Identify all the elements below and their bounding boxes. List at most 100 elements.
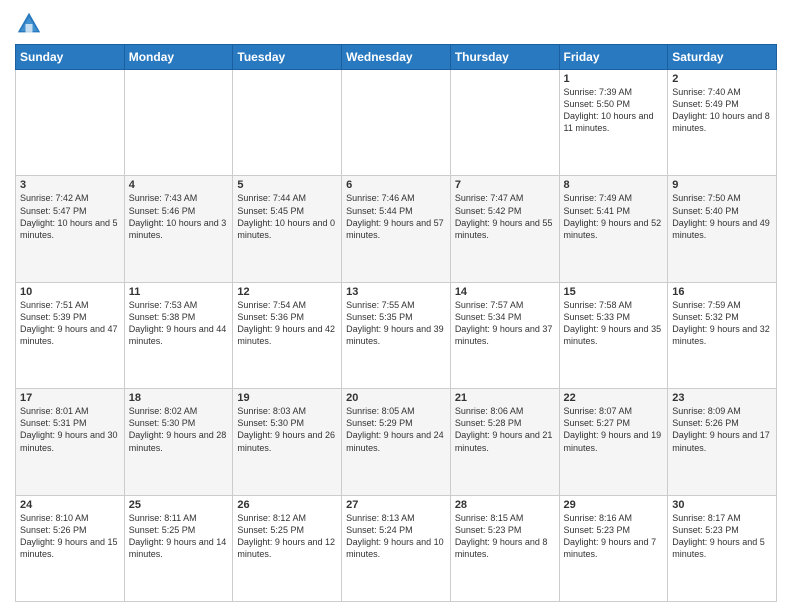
day-info: Sunrise: 8:09 AM Sunset: 5:26 PM Dayligh… bbox=[672, 405, 772, 454]
weekday-header-tuesday: Tuesday bbox=[233, 45, 342, 70]
calendar-cell[interactable]: 22Sunrise: 8:07 AM Sunset: 5:27 PM Dayli… bbox=[559, 389, 668, 495]
day-info: Sunrise: 7:40 AM Sunset: 5:49 PM Dayligh… bbox=[672, 86, 772, 135]
weekday-header-saturday: Saturday bbox=[668, 45, 777, 70]
calendar-cell[interactable]: 25Sunrise: 8:11 AM Sunset: 5:25 PM Dayli… bbox=[124, 495, 233, 601]
calendar-cell[interactable]: 21Sunrise: 8:06 AM Sunset: 5:28 PM Dayli… bbox=[450, 389, 559, 495]
day-number: 17 bbox=[20, 392, 120, 404]
week-row-0: 1Sunrise: 7:39 AM Sunset: 5:50 PM Daylig… bbox=[16, 70, 777, 176]
calendar-cell[interactable]: 29Sunrise: 8:16 AM Sunset: 5:23 PM Dayli… bbox=[559, 495, 668, 601]
day-number: 16 bbox=[672, 286, 772, 298]
calendar-cell[interactable] bbox=[342, 70, 451, 176]
day-info: Sunrise: 8:12 AM Sunset: 5:25 PM Dayligh… bbox=[237, 512, 337, 561]
day-info: Sunrise: 8:07 AM Sunset: 5:27 PM Dayligh… bbox=[564, 405, 664, 454]
day-number: 30 bbox=[672, 499, 772, 511]
day-info: Sunrise: 8:02 AM Sunset: 5:30 PM Dayligh… bbox=[129, 405, 229, 454]
calendar-cell[interactable]: 13Sunrise: 7:55 AM Sunset: 5:35 PM Dayli… bbox=[342, 282, 451, 388]
calendar-cell[interactable]: 8Sunrise: 7:49 AM Sunset: 5:41 PM Daylig… bbox=[559, 176, 668, 282]
day-number: 23 bbox=[672, 392, 772, 404]
calendar-cell[interactable]: 4Sunrise: 7:43 AM Sunset: 5:46 PM Daylig… bbox=[124, 176, 233, 282]
calendar-cell[interactable] bbox=[450, 70, 559, 176]
calendar-cell[interactable]: 30Sunrise: 8:17 AM Sunset: 5:23 PM Dayli… bbox=[668, 495, 777, 601]
day-info: Sunrise: 8:16 AM Sunset: 5:23 PM Dayligh… bbox=[564, 512, 664, 561]
day-number: 28 bbox=[455, 499, 555, 511]
day-number: 24 bbox=[20, 499, 120, 511]
calendar-cell[interactable]: 6Sunrise: 7:46 AM Sunset: 5:44 PM Daylig… bbox=[342, 176, 451, 282]
week-row-2: 10Sunrise: 7:51 AM Sunset: 5:39 PM Dayli… bbox=[16, 282, 777, 388]
calendar-cell[interactable]: 17Sunrise: 8:01 AM Sunset: 5:31 PM Dayli… bbox=[16, 389, 125, 495]
day-number: 25 bbox=[129, 499, 229, 511]
calendar-cell[interactable]: 27Sunrise: 8:13 AM Sunset: 5:24 PM Dayli… bbox=[342, 495, 451, 601]
week-row-3: 17Sunrise: 8:01 AM Sunset: 5:31 PM Dayli… bbox=[16, 389, 777, 495]
weekday-header-sunday: Sunday bbox=[16, 45, 125, 70]
calendar-cell[interactable]: 5Sunrise: 7:44 AM Sunset: 5:45 PM Daylig… bbox=[233, 176, 342, 282]
calendar-cell[interactable]: 23Sunrise: 8:09 AM Sunset: 5:26 PM Dayli… bbox=[668, 389, 777, 495]
day-number: 7 bbox=[455, 179, 555, 191]
day-number: 22 bbox=[564, 392, 664, 404]
day-number: 21 bbox=[455, 392, 555, 404]
day-number: 10 bbox=[20, 286, 120, 298]
day-info: Sunrise: 7:43 AM Sunset: 5:46 PM Dayligh… bbox=[129, 192, 229, 241]
day-info: Sunrise: 7:39 AM Sunset: 5:50 PM Dayligh… bbox=[564, 86, 664, 135]
day-number: 6 bbox=[346, 179, 446, 191]
day-number: 12 bbox=[237, 286, 337, 298]
weekday-header-wednesday: Wednesday bbox=[342, 45, 451, 70]
calendar-cell[interactable]: 16Sunrise: 7:59 AM Sunset: 5:32 PM Dayli… bbox=[668, 282, 777, 388]
day-number: 8 bbox=[564, 179, 664, 191]
day-info: Sunrise: 7:59 AM Sunset: 5:32 PM Dayligh… bbox=[672, 299, 772, 348]
day-number: 11 bbox=[129, 286, 229, 298]
weekday-header-row: SundayMondayTuesdayWednesdayThursdayFrid… bbox=[16, 45, 777, 70]
calendar-cell[interactable]: 24Sunrise: 8:10 AM Sunset: 5:26 PM Dayli… bbox=[16, 495, 125, 601]
calendar-cell[interactable]: 2Sunrise: 7:40 AM Sunset: 5:49 PM Daylig… bbox=[668, 70, 777, 176]
day-number: 4 bbox=[129, 179, 229, 191]
weekday-header-friday: Friday bbox=[559, 45, 668, 70]
day-number: 27 bbox=[346, 499, 446, 511]
calendar-cell[interactable]: 12Sunrise: 7:54 AM Sunset: 5:36 PM Dayli… bbox=[233, 282, 342, 388]
day-info: Sunrise: 7:50 AM Sunset: 5:40 PM Dayligh… bbox=[672, 192, 772, 241]
day-info: Sunrise: 7:58 AM Sunset: 5:33 PM Dayligh… bbox=[564, 299, 664, 348]
calendar-cell[interactable]: 18Sunrise: 8:02 AM Sunset: 5:30 PM Dayli… bbox=[124, 389, 233, 495]
calendar-cell[interactable]: 15Sunrise: 7:58 AM Sunset: 5:33 PM Dayli… bbox=[559, 282, 668, 388]
day-info: Sunrise: 7:47 AM Sunset: 5:42 PM Dayligh… bbox=[455, 192, 555, 241]
calendar-cell[interactable]: 19Sunrise: 8:03 AM Sunset: 5:30 PM Dayli… bbox=[233, 389, 342, 495]
week-row-1: 3Sunrise: 7:42 AM Sunset: 5:47 PM Daylig… bbox=[16, 176, 777, 282]
day-info: Sunrise: 7:53 AM Sunset: 5:38 PM Dayligh… bbox=[129, 299, 229, 348]
day-info: Sunrise: 7:55 AM Sunset: 5:35 PM Dayligh… bbox=[346, 299, 446, 348]
calendar-cell[interactable]: 1Sunrise: 7:39 AM Sunset: 5:50 PM Daylig… bbox=[559, 70, 668, 176]
day-info: Sunrise: 8:10 AM Sunset: 5:26 PM Dayligh… bbox=[20, 512, 120, 561]
calendar-cell[interactable]: 28Sunrise: 8:15 AM Sunset: 5:23 PM Dayli… bbox=[450, 495, 559, 601]
day-number: 14 bbox=[455, 286, 555, 298]
weekday-header-monday: Monday bbox=[124, 45, 233, 70]
week-row-4: 24Sunrise: 8:10 AM Sunset: 5:26 PM Dayli… bbox=[16, 495, 777, 601]
calendar: SundayMondayTuesdayWednesdayThursdayFrid… bbox=[15, 44, 777, 602]
day-info: Sunrise: 8:15 AM Sunset: 5:23 PM Dayligh… bbox=[455, 512, 555, 561]
day-info: Sunrise: 7:49 AM Sunset: 5:41 PM Dayligh… bbox=[564, 192, 664, 241]
day-info: Sunrise: 8:06 AM Sunset: 5:28 PM Dayligh… bbox=[455, 405, 555, 454]
day-info: Sunrise: 8:11 AM Sunset: 5:25 PM Dayligh… bbox=[129, 512, 229, 561]
calendar-cell[interactable] bbox=[233, 70, 342, 176]
day-info: Sunrise: 7:57 AM Sunset: 5:34 PM Dayligh… bbox=[455, 299, 555, 348]
day-number: 19 bbox=[237, 392, 337, 404]
calendar-cell[interactable]: 20Sunrise: 8:05 AM Sunset: 5:29 PM Dayli… bbox=[342, 389, 451, 495]
day-info: Sunrise: 7:42 AM Sunset: 5:47 PM Dayligh… bbox=[20, 192, 120, 241]
calendar-cell[interactable]: 26Sunrise: 8:12 AM Sunset: 5:25 PM Dayli… bbox=[233, 495, 342, 601]
day-info: Sunrise: 7:44 AM Sunset: 5:45 PM Dayligh… bbox=[237, 192, 337, 241]
calendar-cell[interactable]: 3Sunrise: 7:42 AM Sunset: 5:47 PM Daylig… bbox=[16, 176, 125, 282]
calendar-cell[interactable]: 11Sunrise: 7:53 AM Sunset: 5:38 PM Dayli… bbox=[124, 282, 233, 388]
day-info: Sunrise: 8:17 AM Sunset: 5:23 PM Dayligh… bbox=[672, 512, 772, 561]
day-number: 18 bbox=[129, 392, 229, 404]
day-number: 13 bbox=[346, 286, 446, 298]
weekday-header-thursday: Thursday bbox=[450, 45, 559, 70]
logo-icon bbox=[15, 10, 43, 38]
calendar-cell[interactable]: 9Sunrise: 7:50 AM Sunset: 5:40 PM Daylig… bbox=[668, 176, 777, 282]
day-number: 3 bbox=[20, 179, 120, 191]
day-info: Sunrise: 8:03 AM Sunset: 5:30 PM Dayligh… bbox=[237, 405, 337, 454]
calendar-cell[interactable]: 14Sunrise: 7:57 AM Sunset: 5:34 PM Dayli… bbox=[450, 282, 559, 388]
day-number: 1 bbox=[564, 73, 664, 85]
calendar-cell[interactable] bbox=[16, 70, 125, 176]
day-number: 5 bbox=[237, 179, 337, 191]
day-info: Sunrise: 8:05 AM Sunset: 5:29 PM Dayligh… bbox=[346, 405, 446, 454]
calendar-cell[interactable]: 10Sunrise: 7:51 AM Sunset: 5:39 PM Dayli… bbox=[16, 282, 125, 388]
calendar-cell[interactable]: 7Sunrise: 7:47 AM Sunset: 5:42 PM Daylig… bbox=[450, 176, 559, 282]
day-info: Sunrise: 7:46 AM Sunset: 5:44 PM Dayligh… bbox=[346, 192, 446, 241]
calendar-cell[interactable] bbox=[124, 70, 233, 176]
